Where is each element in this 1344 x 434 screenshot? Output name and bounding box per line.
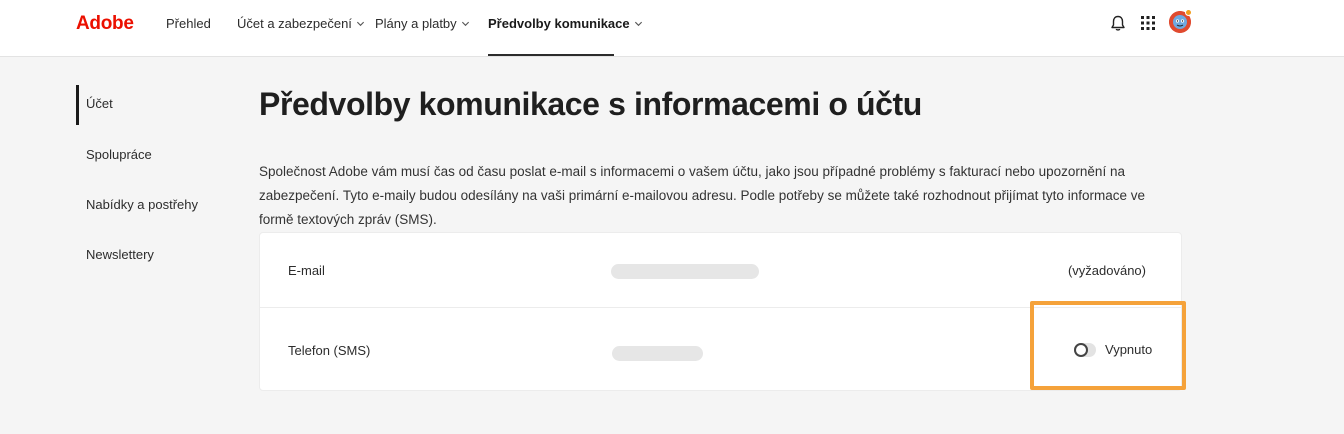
nav-overview[interactable]: Přehled — [166, 16, 211, 31]
page-description: Společnost Adobe vám musí čas od času po… — [259, 164, 1145, 227]
page-title: Předvolby komunikace s informacemi o účt… — [259, 86, 922, 122]
nav-account-security-label: Účet a zabezpečení — [237, 16, 352, 31]
email-value-placeholder — [611, 264, 759, 279]
phone-value-placeholder — [612, 346, 703, 361]
nav-communication-preferences[interactable]: Předvolby komunikace — [488, 16, 643, 31]
toggle-knob — [1074, 342, 1088, 357]
sidebar-item-collaboration[interactable]: Spolupráce — [86, 147, 152, 162]
phone-sms-label: Telefon (SMS) — [288, 343, 371, 358]
chevron-down-icon — [356, 21, 364, 27]
row-divider — [260, 307, 1181, 308]
chevron-down-icon — [634, 21, 642, 27]
adobe-logo[interactable]: Adobe — [76, 13, 134, 35]
nav-communication-preferences-label: Předvolby komunikace — [488, 16, 630, 31]
sidebar-item-newsletters[interactable]: Newslettery — [86, 247, 154, 262]
email-required-status: (vyžadováno) — [1067, 263, 1146, 278]
nav-plans-payments[interactable]: Plány a platby — [375, 16, 470, 31]
sms-toggle-switch[interactable] — [1074, 342, 1096, 357]
bell-icon[interactable] — [1107, 12, 1129, 34]
active-nav-underline — [488, 54, 614, 56]
sidebar-item-account[interactable]: Účet — [86, 96, 113, 111]
top-navigation: Adobe Přehled Účet a zabezpečení Plány a… — [0, 0, 1344, 57]
chevron-down-icon — [461, 21, 469, 27]
nav-overview-label: Přehled — [166, 16, 211, 31]
nav-plans-payments-label: Plány a platby — [375, 16, 457, 31]
communication-settings-card: E-mail (vyžadováno) Telefon (SMS) Vypnut… — [259, 232, 1182, 391]
sms-toggle-label: Vypnuto — [1105, 342, 1153, 357]
apps-grid-icon[interactable] — [1137, 12, 1159, 34]
notification-dot — [1185, 9, 1192, 16]
sidebar-item-offers-insights[interactable]: Nabídky a postřehy — [86, 197, 198, 212]
sidebar-active-indicator — [76, 85, 79, 125]
sms-toggle-group: Vypnuto — [1074, 342, 1152, 357]
nav-account-security[interactable]: Účet a zabezpečení — [237, 16, 365, 31]
email-label: E-mail — [288, 263, 325, 278]
